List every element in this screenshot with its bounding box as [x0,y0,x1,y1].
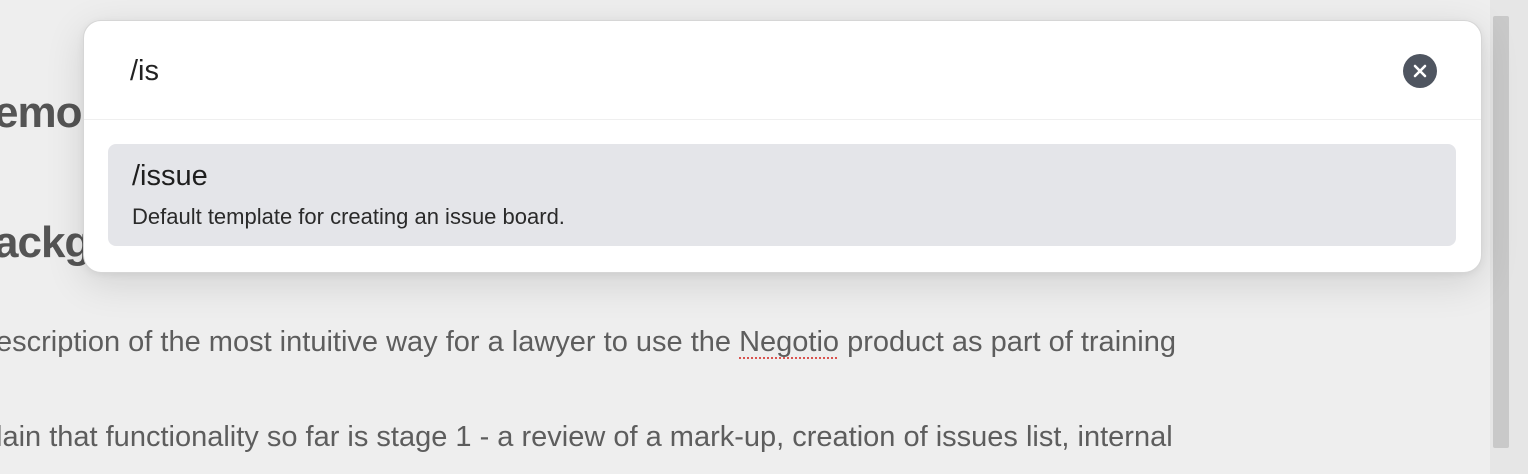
result-description: Default template for creating an issue b… [132,204,565,229]
result-item-issue[interactable]: /issue Default template for creating an … [108,144,1456,246]
document-heading-2: ackg [0,218,91,267]
clear-search-button[interactable] [1403,54,1437,88]
document-paragraph-2: lain that functionality so far is stage … [0,421,1173,453]
paragraph-1-text-end: product as part of training [839,326,1176,358]
app-window: emo ackg escription of the most intuitiv… [0,0,1528,474]
spellcheck-word[interactable]: Negotio [739,326,839,358]
command-palette: /issue Default template for creating an … [83,20,1482,273]
close-circle-icon [1413,64,1427,78]
document-paragraph-1: escription of the most intuitive way for… [0,326,1176,359]
result-title: /issue [132,160,208,192]
paragraph-1-text-start: escription of the most intuitive way for… [0,326,740,358]
search-input[interactable] [130,49,1330,93]
search-row [84,21,1481,120]
scrollbar-thumb[interactable] [1493,16,1509,448]
document-heading-1: emo [0,88,82,137]
